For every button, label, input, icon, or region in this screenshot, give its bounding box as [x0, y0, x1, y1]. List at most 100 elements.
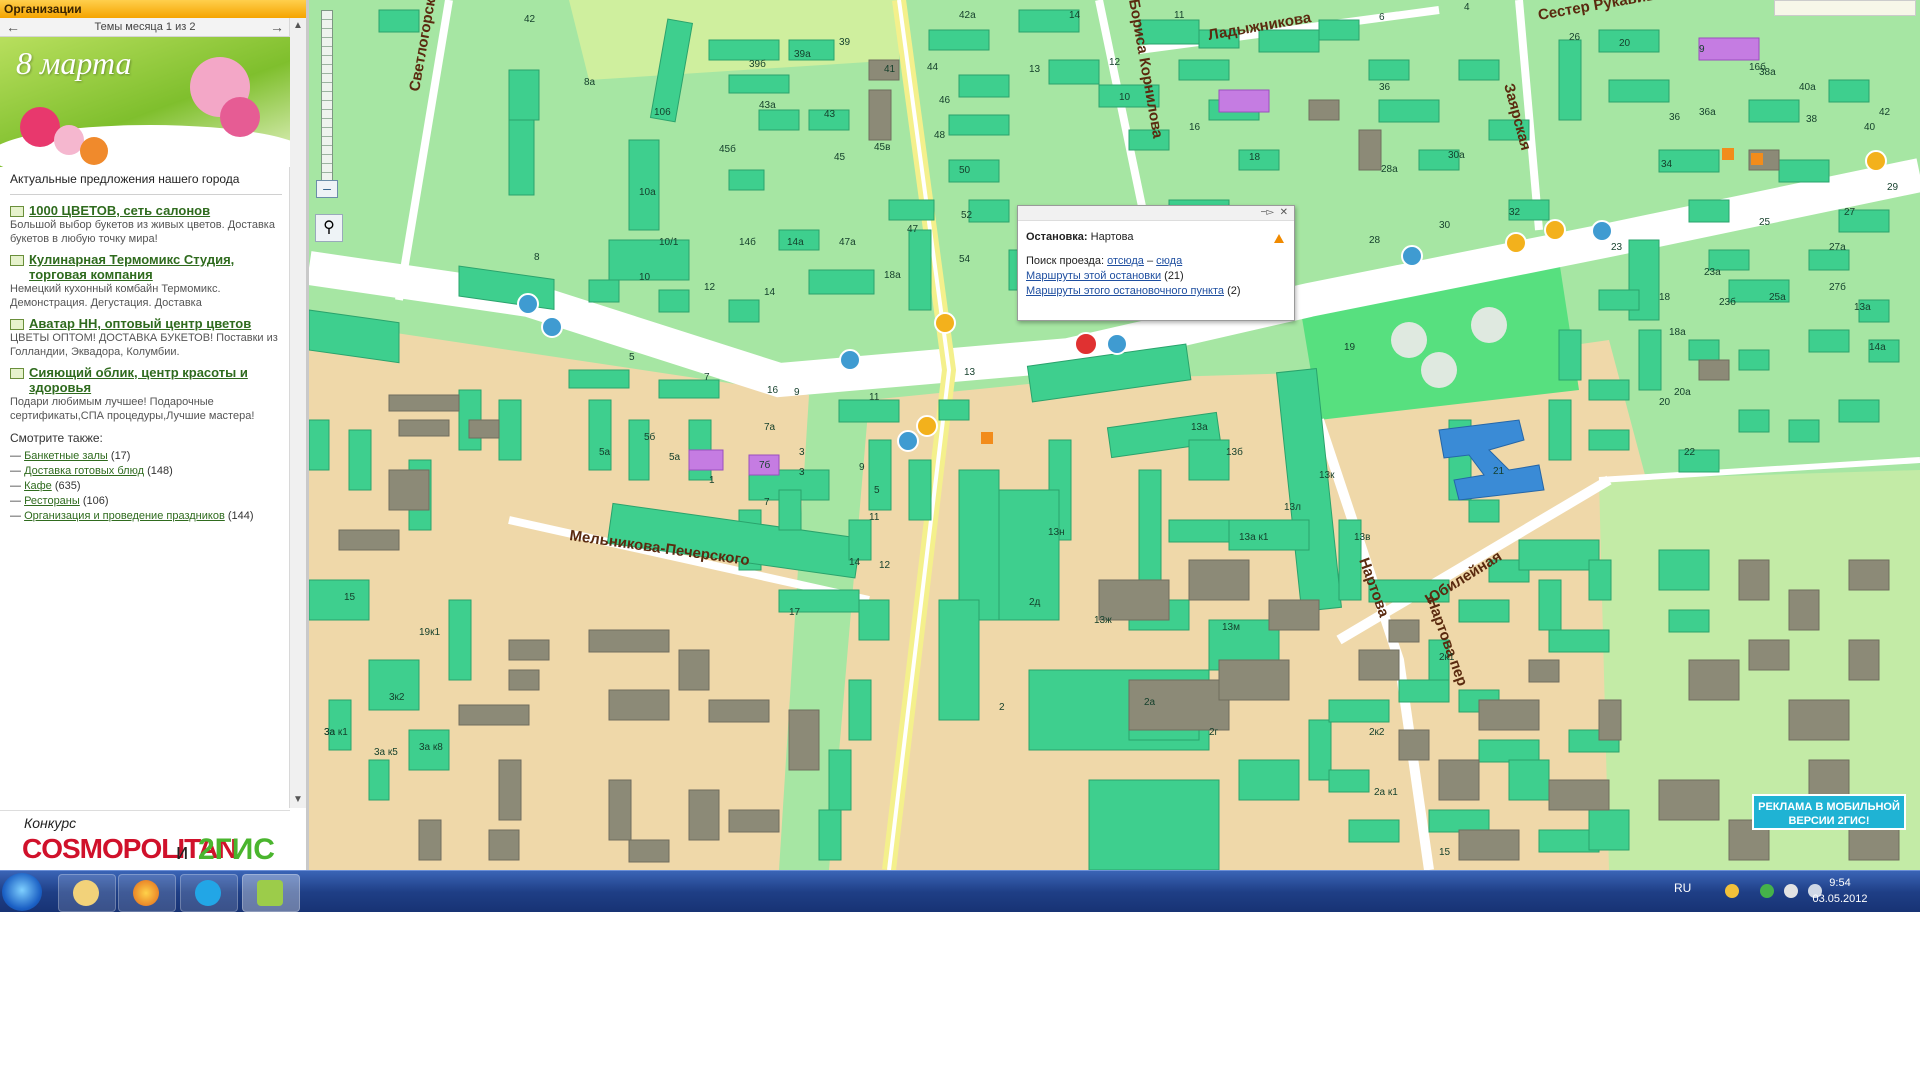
see-also-link[interactable]: Кафе — [24, 480, 52, 492]
house-number: 16 — [767, 385, 779, 396]
house-number: 52 — [961, 210, 973, 221]
taskbar-2gis[interactable] — [242, 874, 300, 912]
house-number: 2к1 — [1439, 652, 1455, 663]
house-number: 16 — [1189, 122, 1201, 133]
house-number: 29 — [1887, 182, 1899, 193]
house-number: 13л — [1284, 502, 1301, 513]
clock[interactable]: 9:54 03.05.2012 — [1800, 875, 1880, 907]
zoom-control: – ⚲ — [313, 0, 343, 250]
house-number: 11 — [869, 392, 880, 403]
house-number: 36 — [1379, 82, 1391, 93]
org-item: Аватар НН, оптовый центр цветов ЦВЕТЫ ОП… — [10, 316, 282, 359]
city-map[interactable]: Светлогорская Ладыжникова Сестер Рукавиш… — [309, 0, 1920, 870]
house-number: 12 — [704, 282, 716, 293]
house-number: 2а — [1144, 697, 1156, 708]
taskbar-firefox[interactable] — [118, 874, 176, 912]
language-indicator[interactable]: RU — [1674, 881, 1691, 895]
tram-stop-icon[interactable] — [1505, 232, 1527, 254]
house-number: 26 — [1569, 32, 1581, 43]
house-number: 4 — [1464, 2, 1470, 13]
scroll-down-icon[interactable]: ▼ — [290, 792, 306, 808]
org-description: Подари любимым лучшее! Подарочные сертиф… — [10, 396, 255, 422]
magnifier-icon[interactable]: ⚲ — [315, 214, 343, 242]
folder-icon — [73, 880, 99, 906]
tray-icon[interactable] — [1760, 884, 1774, 898]
see-also-label: Смотрите также: — [10, 431, 103, 445]
march-8-banner[interactable]: 8 марта — [0, 37, 290, 167]
warning-icon[interactable] — [1274, 234, 1284, 243]
see-also-link[interactable]: Рестораны — [24, 495, 80, 507]
point-routes-link[interactable]: Маршруты этого остановочного пункта — [1026, 285, 1224, 297]
tram-stop-icon[interactable] — [1865, 150, 1887, 172]
house-number: 15 — [1439, 847, 1451, 858]
mobile-ad-banner[interactable]: РЕКЛАМА В МОБИЛЬНОЙ ВЕРСИИ 2ГИС! — [1752, 794, 1906, 830]
see-also-link[interactable]: Банкетные залы — [24, 450, 108, 462]
house-number: 27 — [1844, 207, 1856, 218]
org-title-link[interactable]: Кулинарная Термомикс Студия, торговая ко… — [10, 252, 282, 282]
pin-icon[interactable]: −▻ — [1261, 207, 1275, 218]
taskbar-skype[interactable] — [180, 874, 238, 912]
see-also-item: — Кафе (635) — [10, 480, 81, 492]
house-number: 44 — [927, 62, 939, 73]
org-title-link[interactable]: Аватар НН, оптовый центр цветов — [10, 316, 282, 331]
bus-stop-icon[interactable] — [839, 349, 861, 371]
see-also-link[interactable]: Доставка готовых блюд — [24, 465, 144, 477]
house-number: 13б — [1226, 446, 1243, 458]
bus-stop-icon[interactable] — [1106, 333, 1128, 355]
house-number: 14 — [1069, 10, 1081, 21]
house-number: 20 — [1659, 397, 1671, 408]
see-also-link[interactable]: Организация и проведение праздников — [24, 510, 225, 522]
tray-icon[interactable] — [1725, 884, 1739, 898]
org-title-link[interactable]: Сияющий облик, центр красоты и здоровья — [10, 365, 282, 395]
contest-banner[interactable]: Конкурс COSMOPOLITAN и 2ГИС — [0, 810, 290, 869]
house-number: 22 — [1684, 447, 1696, 458]
see-also-item: — Организация и проведение праздников (1… — [10, 510, 254, 522]
topics-pager: ← Темы месяца 1 из 2 → — [0, 18, 290, 37]
zoom-out-button[interactable]: – — [316, 180, 338, 198]
house-number: 14а — [787, 237, 804, 248]
bus-stop-icon[interactable] — [1591, 220, 1613, 242]
house-number: 43 — [824, 109, 836, 120]
house-number: 18а — [884, 270, 901, 281]
house-number: 7б — [759, 459, 771, 471]
bus-stop-icon[interactable] — [1401, 245, 1423, 267]
house-number: 12 — [879, 560, 891, 571]
selected-stop-icon[interactable] — [1074, 332, 1098, 356]
bus-stop-icon[interactable] — [517, 293, 539, 315]
zoom-slider[interactable] — [321, 10, 333, 182]
house-number: 18 — [1659, 292, 1671, 303]
house-number: 2к2 — [1369, 727, 1385, 738]
sidebar-scrollbar[interactable]: ▲ ▼ — [289, 18, 306, 808]
scroll-up-icon[interactable]: ▲ — [290, 18, 306, 34]
house-number: 5 — [629, 352, 635, 363]
tram-stop-icon[interactable] — [1544, 219, 1566, 241]
close-icon[interactable]: ✕ — [1280, 207, 1288, 218]
stop-routes-link[interactable]: Маршруты этой остановки — [1026, 270, 1161, 282]
route-from-link[interactable]: отсюда — [1107, 255, 1144, 267]
organizations-sidebar: Организации ← Темы месяца 1 из 2 → ▲ ▼ 8… — [0, 0, 309, 870]
house-number: 13к — [1319, 470, 1335, 481]
tram-stop-icon[interactable] — [916, 415, 938, 437]
poi-icon[interactable] — [1751, 153, 1763, 165]
house-number: 8 — [534, 252, 540, 263]
prev-arrow-icon[interactable]: ← — [4, 18, 22, 36]
start-button[interactable] — [2, 873, 42, 911]
bus-stop-icon[interactable] — [541, 316, 563, 338]
bus-stop-icon[interactable] — [897, 430, 919, 452]
map-toolbar[interactable] — [1774, 0, 1916, 16]
map-canvas[interactable]: Светлогорская Ладыжникова Сестер Рукавиш… — [309, 0, 1920, 870]
clock-date: 03.05.2012 — [1812, 893, 1868, 905]
house-number: 3к2 — [389, 692, 405, 703]
poi-icon[interactable] — [1722, 148, 1734, 160]
tray-icon[interactable] — [1784, 884, 1798, 898]
route-to-link[interactable]: сюда — [1156, 255, 1182, 267]
house-number: 7 — [704, 372, 710, 383]
tram-stop-icon[interactable] — [934, 312, 956, 334]
house-number: 13а к1 — [1239, 532, 1269, 543]
house-number: 7 — [764, 497, 770, 508]
building-purple — [688, 449, 724, 471]
poi-icon[interactable] — [981, 432, 993, 444]
org-title-link[interactable]: 1000 ЦВЕТОВ, сеть салонов — [10, 203, 282, 218]
next-arrow-icon[interactable]: → — [268, 18, 286, 36]
taskbar-explorer[interactable] — [58, 874, 116, 912]
